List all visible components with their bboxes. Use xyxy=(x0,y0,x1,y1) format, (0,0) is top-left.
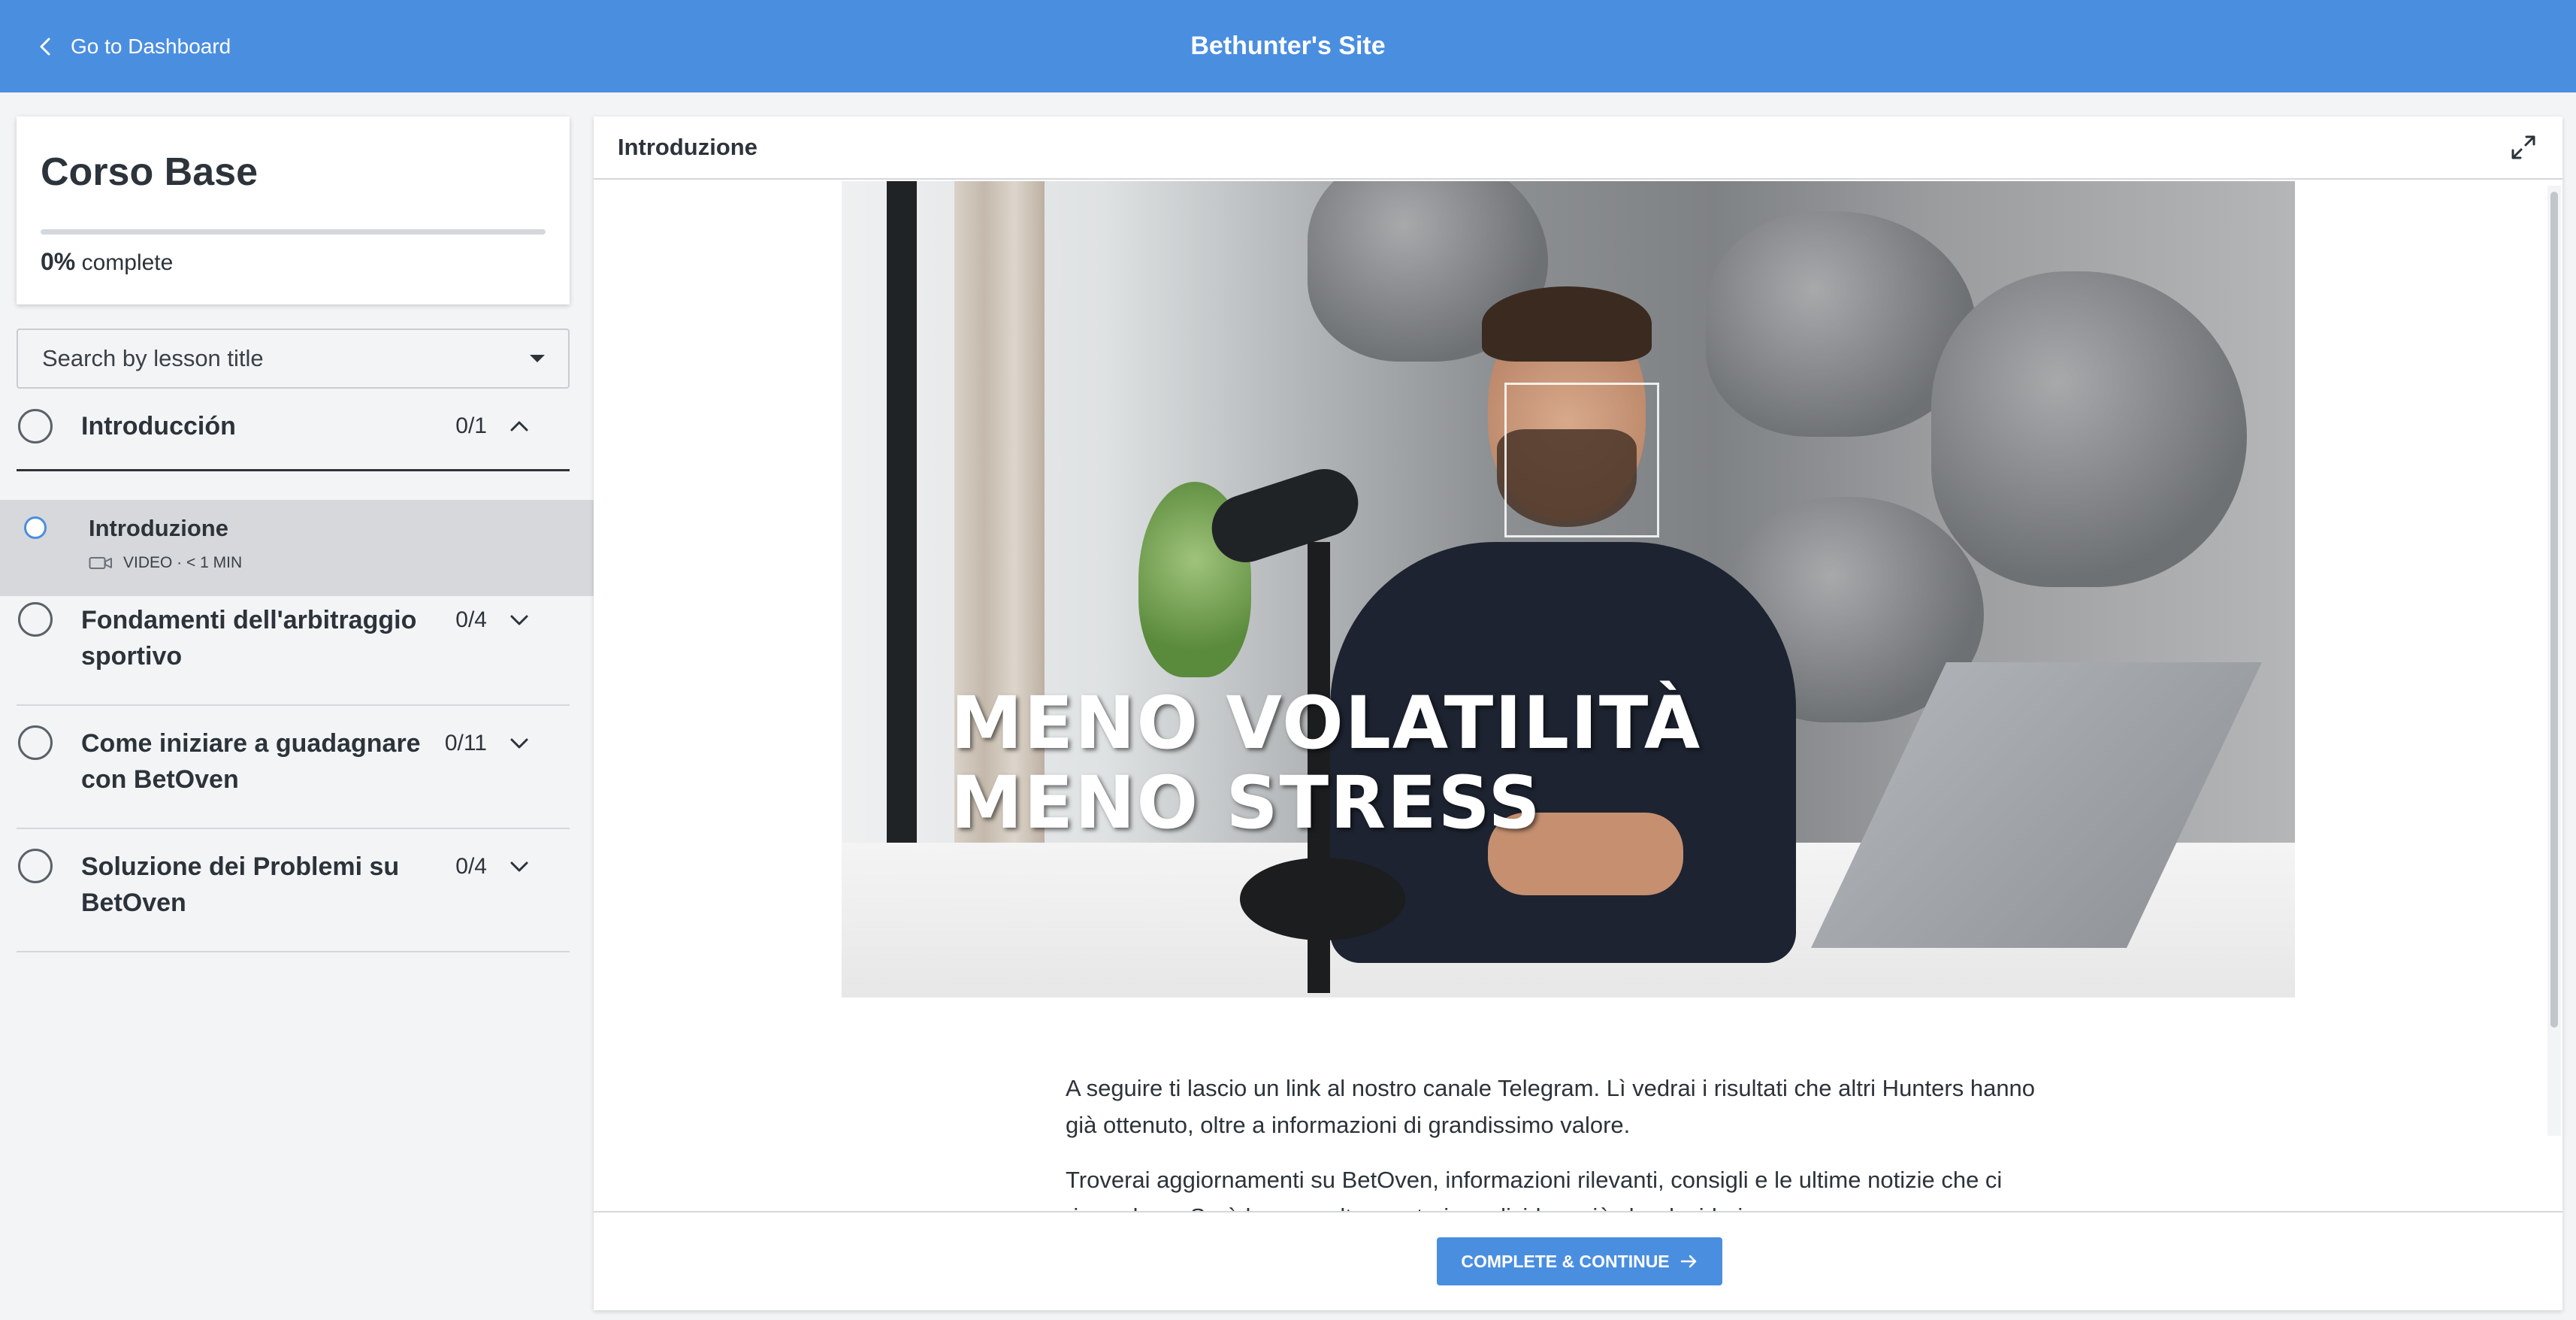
lesson-search-placeholder: Search by lesson title xyxy=(42,345,264,371)
chapter-title: Soluzione dei Problemi su BetOven xyxy=(81,852,400,917)
chapter-count: 0/4 xyxy=(455,854,487,879)
lesson-status-circle xyxy=(24,516,47,539)
complete-and-continue-button[interactable]: COMPLETE & CONTINUE xyxy=(1437,1237,1722,1285)
course-progress-value: 0% xyxy=(41,248,76,275)
video-scene-mic-base xyxy=(1240,858,1405,940)
top-bar: Go to Dashboard Bethunter's Site xyxy=(0,0,2576,92)
video-scene-person-hair xyxy=(1482,286,1652,362)
chevron-down-icon xyxy=(510,738,528,749)
chevron-down-icon xyxy=(510,861,528,872)
chapter-title: Fondamenti dell'arbitraggio sportivo xyxy=(81,606,417,671)
chapter-toggle[interactable] xyxy=(509,725,532,761)
chapter-status-circle xyxy=(18,602,53,637)
video-scene-rock xyxy=(1931,271,2247,587)
chapter-count: 0/4 xyxy=(455,607,487,632)
lesson-title: Introduzione xyxy=(89,515,228,541)
arrow-right-icon xyxy=(1680,1255,1696,1268)
lesson-header: Introduzione xyxy=(594,117,2562,180)
chapter-toggle[interactable] xyxy=(509,849,532,885)
lesson-footer: COMPLETE & CONTINUE xyxy=(594,1211,2562,1310)
chapter-title: Introducción xyxy=(81,412,236,441)
video-overlay-line-1: MENO VOLATILITÀ xyxy=(951,681,1702,765)
lesson-video-player[interactable]: MENO VOLATILITÀ MENO STRESS xyxy=(842,181,2295,998)
lesson-header-title: Introduzione xyxy=(618,134,757,160)
chapter-fondamenti[interactable]: Fondamenti dell'arbitraggio sportivo 0/4 xyxy=(17,583,570,706)
chapter-toggle[interactable] xyxy=(509,602,532,638)
go-to-dashboard-link[interactable]: Go to Dashboard xyxy=(36,0,231,92)
chapter-count: 0/11 xyxy=(444,731,487,755)
video-camera-icon xyxy=(89,557,112,569)
site-title: Bethunter's Site xyxy=(1190,32,1386,60)
course-progress-bar xyxy=(41,229,546,235)
lesson-search-dropdown[interactable]: Search by lesson title xyxy=(17,328,570,389)
chapter-status-circle xyxy=(18,849,53,883)
chapter-introduccion[interactable]: Introducción 0/1 xyxy=(17,408,570,471)
content-scrollbar-thumb[interactable] xyxy=(2550,192,2558,1028)
chevron-left-icon xyxy=(40,38,50,55)
video-overlay-line-2: MENO STRESS xyxy=(951,761,1542,845)
chapter-status-circle xyxy=(18,409,53,444)
go-to-dashboard-label: Go to Dashboard xyxy=(71,34,231,58)
chapter-soluzione-problemi[interactable]: Soluzione dei Problemi su BetOven 0/4 xyxy=(17,829,570,952)
chapter-toggle[interactable] xyxy=(509,408,532,444)
expand-icon[interactable] xyxy=(2508,132,2538,162)
lesson-meta-text: VIDEO · < 1 MIN xyxy=(123,554,243,571)
course-progress-text: 0% complete xyxy=(41,248,546,276)
lesson-item-introduzione[interactable]: Introduzione VIDEO · < 1 MIN xyxy=(0,500,594,596)
lesson-content-panel: Introduzione MENO VOLATILITÀ MENO STRESS… xyxy=(594,117,2562,1310)
course-progress-suffix: complete xyxy=(81,250,174,275)
content-scrollbar[interactable] xyxy=(2547,186,2561,1136)
video-scene-window xyxy=(887,181,917,903)
video-scene-microphone xyxy=(1202,460,1368,571)
video-focus-frame xyxy=(1504,383,1659,537)
course-title: Corso Base xyxy=(41,150,258,194)
video-overlay-caption: MENO VOLATILITÀ MENO STRESS xyxy=(951,683,1701,843)
chapter-come-iniziare[interactable]: Come iniziare a guadagnare con BetOven 0… xyxy=(17,706,570,829)
course-progress-card: Corso Base 0% complete xyxy=(17,117,570,304)
chapter-title: Come iniziare a guadagnare con BetOven xyxy=(81,729,421,794)
chapter-count: 0/1 xyxy=(455,413,487,438)
lesson-meta: VIDEO · < 1 MIN xyxy=(89,554,242,572)
caret-down-icon xyxy=(530,355,545,362)
complete-and-continue-label: COMPLETE & CONTINUE xyxy=(1461,1251,1670,1271)
lesson-paragraph: A seguire ti lascio un link al nostro ca… xyxy=(1066,1075,2036,1138)
chevron-down-icon xyxy=(510,615,528,625)
chevron-up-icon xyxy=(510,421,528,431)
chapter-status-circle xyxy=(18,725,53,760)
